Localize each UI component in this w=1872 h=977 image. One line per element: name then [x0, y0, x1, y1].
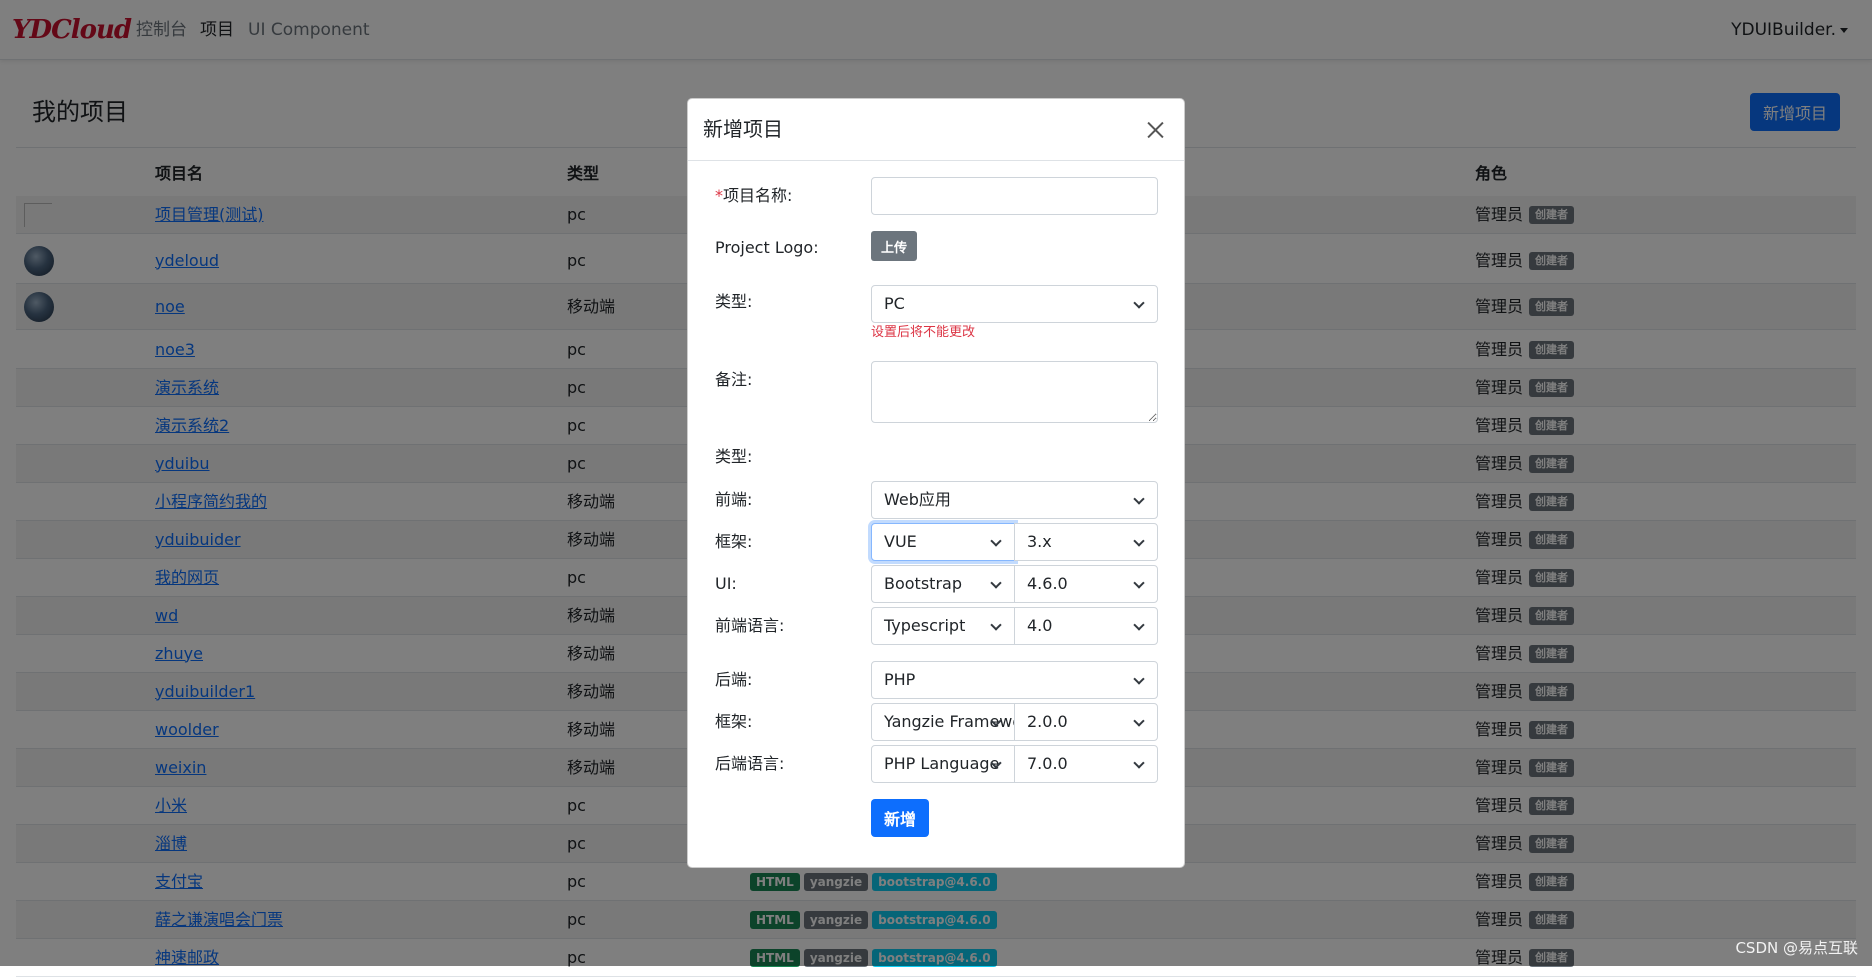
fe-lang-select-value: Typescript [884, 616, 966, 635]
chevron-down-icon [990, 577, 1002, 589]
watermark: CSDN @易点互联 [1735, 939, 1858, 957]
ui-select-value: Bootstrap [884, 574, 962, 593]
chevron-down-icon [1133, 297, 1145, 309]
fe-framework-label: 框架: [715, 532, 753, 551]
fe-framework-select-value: VUE [884, 532, 917, 551]
be-framework-version-select[interactable]: 2.0.0 [1014, 703, 1158, 741]
ui-select[interactable]: Bootstrap [871, 565, 1015, 603]
be-framework-select[interactable]: Yangzie Framework [871, 703, 1015, 741]
chevron-down-icon [1133, 715, 1145, 727]
chevron-down-icon [1133, 577, 1145, 589]
new-project-modal: 新增项目 *项目名称: Project Logo: 上传 类型: PC 设置后将… [687, 98, 1185, 868]
frontend-label: 前端: [715, 490, 753, 509]
chevron-down-icon [1133, 757, 1145, 769]
fe-framework-version-value: 3.x [1027, 532, 1052, 551]
be-lang-select[interactable]: PHP Language [871, 745, 1015, 783]
project-name-label: *项目名称: [715, 185, 792, 207]
project-name-input[interactable] [871, 177, 1158, 215]
chevron-down-icon [990, 619, 1002, 631]
type-select[interactable]: PC [871, 285, 1158, 323]
be-lang-version-value: 7.0.0 [1027, 754, 1068, 773]
ui-label: UI: [715, 574, 737, 593]
fe-lang-version-value: 4.0 [1027, 616, 1053, 635]
type-help-text: 设置后将不能更改 [871, 325, 976, 340]
backend-select-value: PHP [884, 670, 916, 689]
chevron-down-icon [1133, 673, 1145, 685]
fe-framework-version-select[interactable]: 3.x [1014, 523, 1158, 561]
remark-label: 备注: [715, 370, 753, 389]
frontend-select-value: Web应用 [884, 490, 951, 509]
modal-header: 新增项目 [688, 99, 1184, 161]
type-select-value: PC [884, 294, 905, 313]
be-framework-version-value: 2.0.0 [1027, 712, 1068, 731]
backend-select[interactable]: PHP [871, 661, 1158, 699]
chevron-down-icon [1133, 535, 1145, 547]
stack-type-label: 类型: [715, 447, 753, 466]
be-lang-select-value: PHP Language [884, 754, 1000, 773]
fe-lang-version-select[interactable]: 4.0 [1014, 607, 1158, 645]
ui-version-value: 4.6.0 [1027, 574, 1068, 593]
chevron-down-icon [990, 535, 1002, 547]
be-framework-label: 框架: [715, 712, 753, 731]
backend-label: 后端: [715, 670, 753, 689]
close-icon[interactable] [1140, 115, 1170, 145]
required-mark: * [715, 186, 723, 205]
type-label: 类型: [715, 292, 753, 311]
be-lang-version-select[interactable]: 7.0.0 [1014, 745, 1158, 783]
chevron-down-icon [1133, 493, 1145, 505]
fe-framework-select[interactable]: VUE [871, 523, 1015, 561]
fe-lang-select[interactable]: Typescript [871, 607, 1015, 645]
remark-textarea[interactable] [871, 361, 1158, 423]
submit-button[interactable]: 新增 [871, 799, 929, 837]
modal-title: 新增项目 [703, 117, 783, 141]
frontend-select[interactable]: Web应用 [871, 481, 1158, 519]
project-logo-label: Project Logo: [715, 238, 819, 257]
upload-button[interactable]: 上传 [871, 231, 917, 261]
be-lang-label: 后端语言: [715, 754, 785, 773]
fe-lang-label: 前端语言: [715, 616, 785, 635]
chevron-down-icon [1133, 619, 1145, 631]
project-name-label-text: 项目名称: [723, 186, 793, 205]
ui-version-select[interactable]: 4.6.0 [1014, 565, 1158, 603]
